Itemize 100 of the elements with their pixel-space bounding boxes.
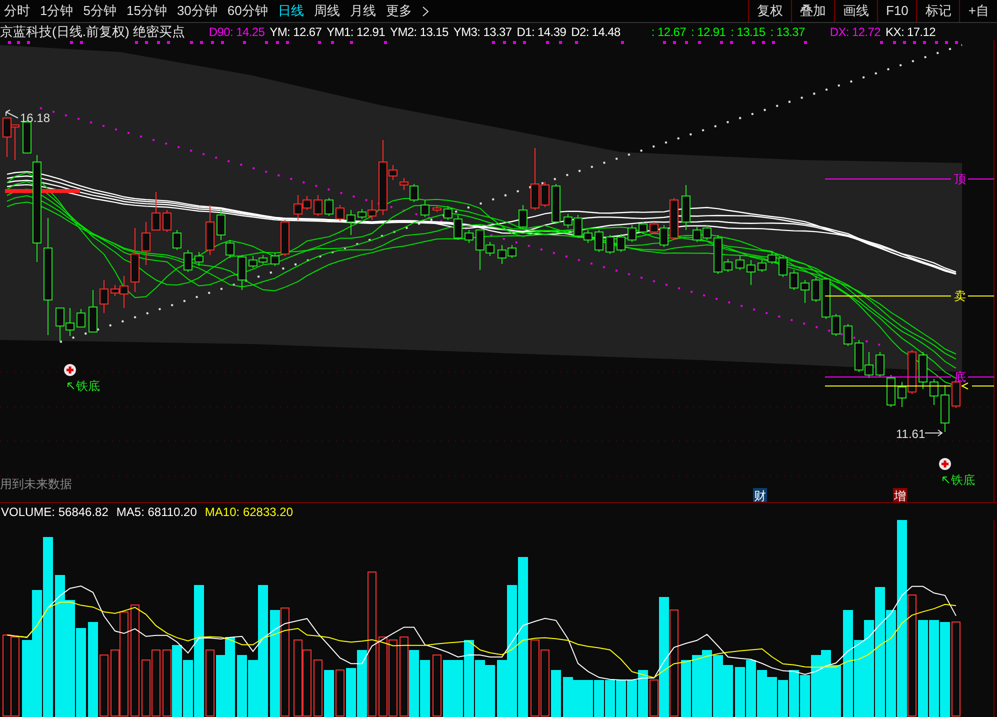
candlestick [66, 308, 74, 336]
candlestick [702, 224, 712, 240]
candlestick [194, 252, 204, 266]
candlestick [864, 352, 874, 378]
period-tab[interactable]: 60分钟 [227, 1, 268, 21]
volume-bar [551, 670, 561, 717]
indicator-value: D90: 14.25 [208, 26, 265, 38]
candlestick [692, 226, 702, 242]
volume-bar [475, 660, 485, 717]
event-badge[interactable]: 财 [753, 488, 767, 503]
candlestick [778, 254, 788, 278]
indicator-value: : 12.67 [651, 26, 686, 38]
volume-bar [420, 660, 430, 717]
warning-note: 用到未来数据 [0, 477, 72, 491]
indicator-value: YM1: 12.91 [326, 26, 385, 38]
candlestick [854, 340, 864, 372]
candlestick [464, 230, 474, 244]
indicator-value: : 13.37 [770, 26, 805, 38]
candlestick [746, 260, 756, 286]
period-tab[interactable]: 5分钟 [83, 1, 116, 21]
toolbar-button[interactable]: 标记 [916, 0, 960, 22]
indicator-value: YM: 12.67 [270, 26, 322, 38]
arrow-icon [924, 430, 943, 436]
volume-bar [627, 680, 637, 717]
volume-bar [594, 680, 604, 717]
volume-bar [831, 665, 841, 717]
chevron-right-icon[interactable] [422, 6, 429, 16]
volume-bar [409, 650, 419, 717]
candlestick [616, 234, 626, 252]
toolbar-button[interactable]: F10 [877, 0, 916, 22]
period-tab[interactable]: 30分钟 [176, 1, 218, 21]
toolbar-button[interactable]: 复权 [748, 0, 791, 22]
plus-circle-icon [64, 364, 76, 376]
toolbar-button[interactable]: +自 [959, 0, 997, 22]
candlestick [346, 210, 356, 236]
volume-bar [324, 670, 334, 717]
event-badge[interactable]: 增 [893, 488, 907, 503]
candlestick [324, 198, 334, 216]
volume-bar [443, 660, 453, 717]
volume-bar [485, 665, 495, 717]
candlestick [638, 222, 648, 234]
candlestick [130, 228, 140, 292]
candlestick [498, 244, 506, 264]
volume-bar [746, 660, 756, 717]
toolbar-button[interactable]: 画线 [834, 0, 877, 22]
volume-bar [789, 670, 799, 717]
volume-bar [702, 650, 712, 717]
candlestick [10, 124, 20, 160]
candlestick [594, 230, 604, 252]
indicator-value: D2: 14.48 [571, 26, 620, 38]
candlestick [172, 230, 182, 250]
arrow-icon [942, 476, 950, 484]
candlestick [88, 290, 98, 332]
candlestick [162, 210, 172, 232]
candlestick [2, 118, 12, 158]
period-tab[interactable]: 更多 [386, 1, 412, 21]
price-label: 16.18 [20, 111, 50, 125]
volume-bar [206, 650, 214, 716]
candlestick [768, 252, 776, 264]
signal-label: 铁底 [951, 473, 975, 487]
indicator-value: KX: 17.12 [886, 26, 936, 38]
volume-value: MA5: 68110.20 [116, 506, 197, 518]
volume-bar [563, 677, 573, 717]
plus-circle-icon [939, 458, 951, 470]
volume-bar [216, 655, 226, 717]
candlestick [844, 324, 852, 346]
period-tab[interactable]: 月线 [350, 1, 376, 21]
candlestick [142, 222, 150, 266]
period-tab[interactable]: 15分钟 [126, 1, 167, 21]
candlestick [508, 244, 516, 258]
volume-bar [314, 660, 322, 716]
candlestick [100, 280, 108, 314]
volume-bar [757, 670, 767, 717]
period-tab[interactable]: 日线 [278, 1, 304, 21]
period-tab[interactable]: 1分钟 [40, 1, 74, 21]
candlestick [930, 378, 938, 406]
candlestick [336, 204, 344, 222]
indicator-value: : 13.15 [730, 26, 766, 38]
level-tag: 卖 [954, 289, 966, 303]
candlestick [152, 192, 160, 230]
indicator-value: DX: 12.72 [830, 26, 881, 38]
candlestick [432, 204, 442, 212]
price-label: 11.61 [896, 427, 926, 441]
candlestick [682, 184, 690, 230]
candlestick [918, 352, 928, 390]
candlestick [206, 204, 214, 256]
volume-bar [723, 665, 733, 717]
toolbar-button[interactable]: 叠加 [791, 0, 834, 22]
volume-bar [172, 645, 182, 717]
volume-bar [681, 660, 691, 717]
arrow-icon [6, 110, 18, 118]
volume-bar [540, 650, 550, 716]
volume-bar [100, 654, 108, 716]
volume-bar [735, 667, 745, 717]
volume-bar [692, 655, 702, 717]
volume-value: MA10: 62833.20 [204, 506, 293, 518]
period-tab[interactable]: 周线 [314, 1, 340, 21]
period-tab[interactable]: 分时 [4, 1, 30, 21]
candlestick [736, 256, 744, 270]
candlestick [800, 280, 810, 304]
